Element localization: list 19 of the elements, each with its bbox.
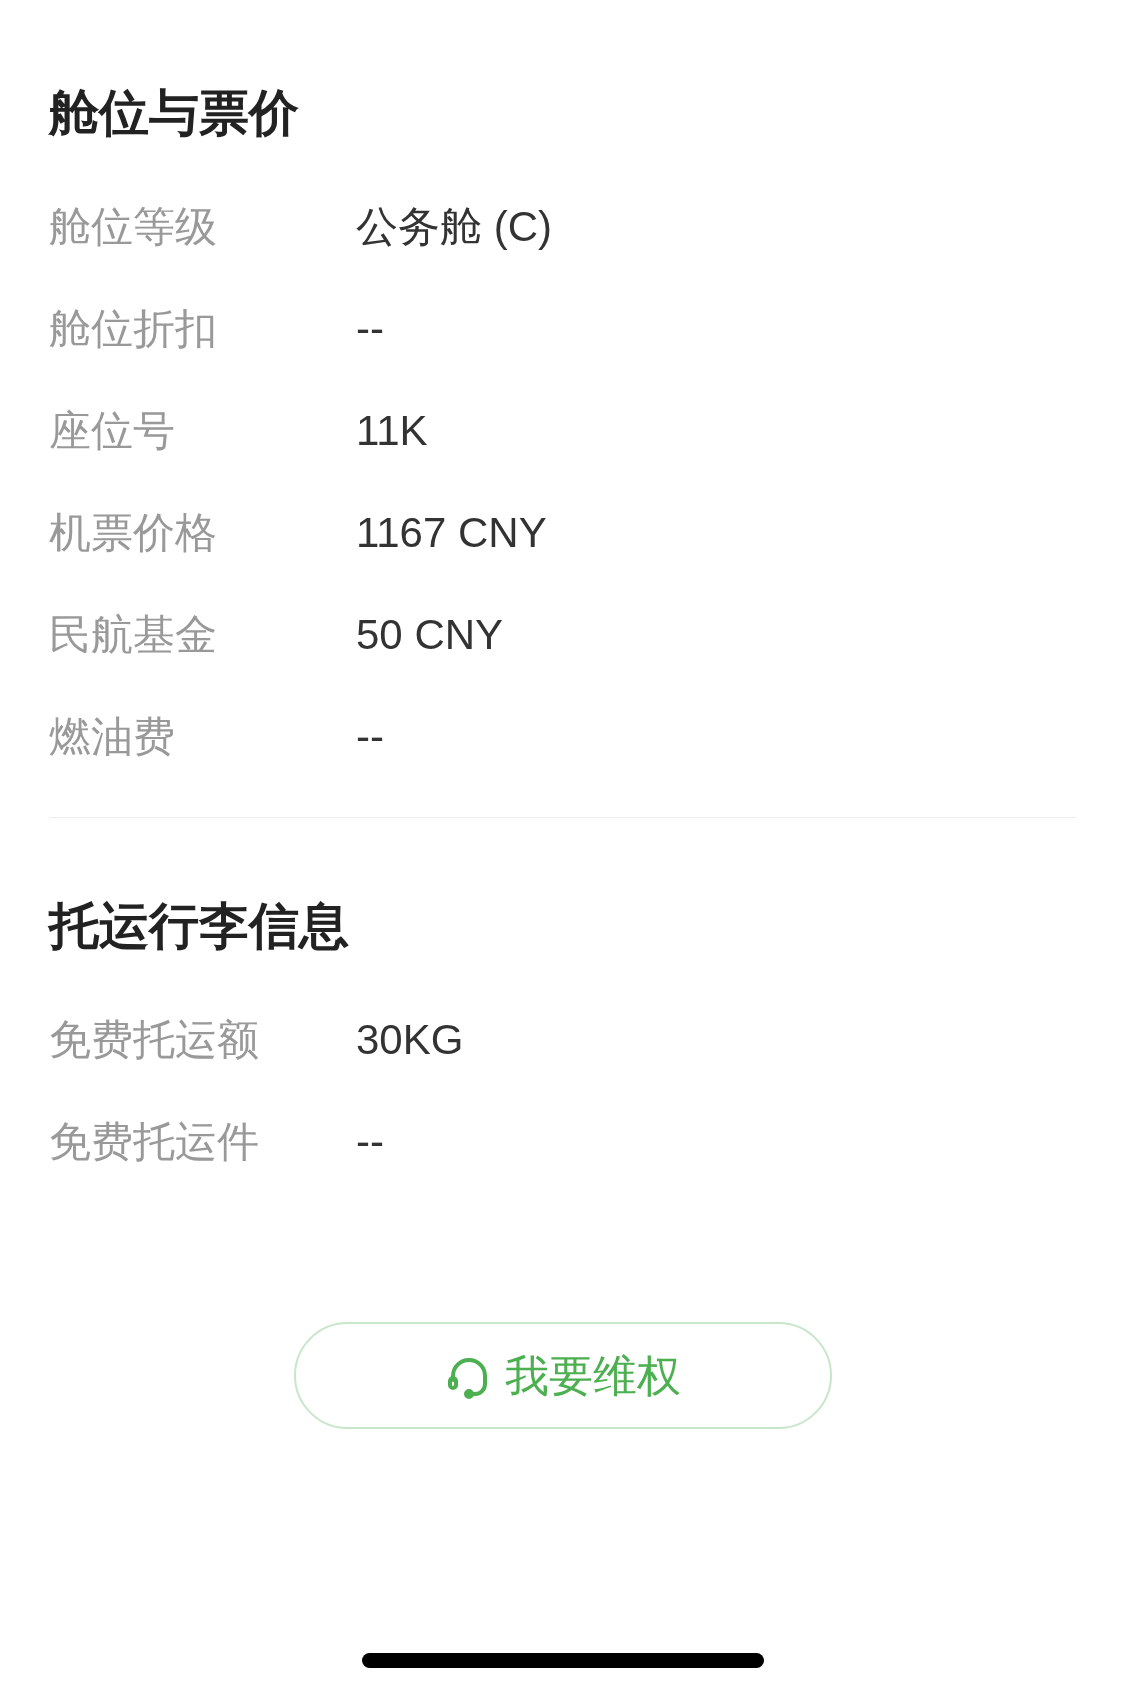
field-label: 舱位等级 xyxy=(49,201,218,252)
field-value: -- xyxy=(356,303,384,354)
field-value: 50 CNY xyxy=(356,609,504,660)
field-value: 公务舱 (C) xyxy=(356,201,552,252)
section-title: 舱位与票价 xyxy=(49,85,300,141)
field-value: -- xyxy=(356,711,384,762)
section-title: 托运行李信息 xyxy=(49,898,350,954)
field-value: -- xyxy=(356,1116,384,1167)
field-value: 1167 CNY xyxy=(356,507,547,558)
field-value: 11K xyxy=(356,405,428,456)
field-label: 机票价格 xyxy=(49,507,218,558)
rights-button[interactable]: 我要维权 xyxy=(293,1322,832,1429)
field-label: 燃油费 xyxy=(49,711,176,762)
field-label: 免费托运件 xyxy=(49,1116,260,1167)
field-label: 民航基金 xyxy=(49,609,218,660)
field-label: 免费托运额 xyxy=(49,1014,260,1065)
field-value: 30KG xyxy=(356,1014,464,1065)
field-label: 座位号 xyxy=(49,405,176,456)
field-label: 舱位折扣 xyxy=(49,303,218,354)
